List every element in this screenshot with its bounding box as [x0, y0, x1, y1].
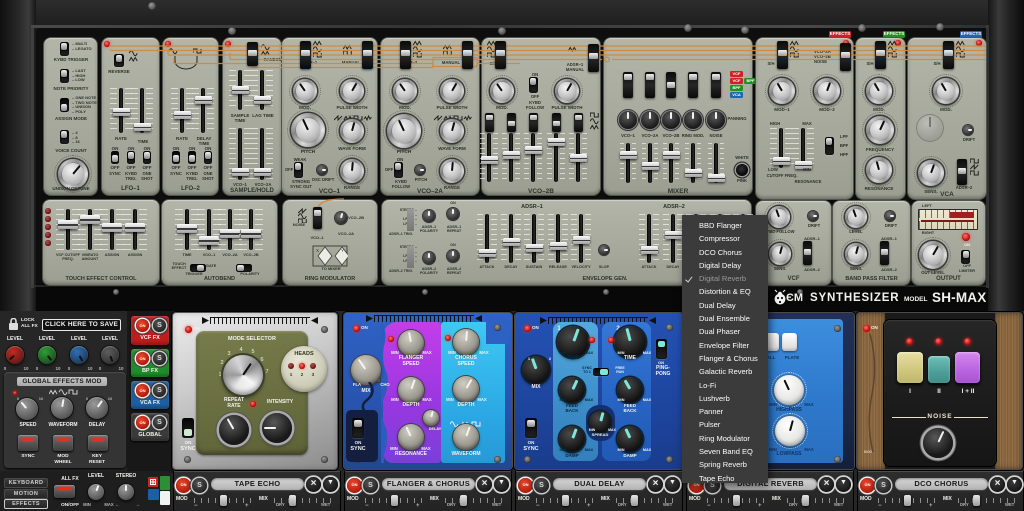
svg-text:3: 3 [227, 351, 230, 357]
svg-text:6: 6 [260, 357, 263, 363]
svg-text:5: 5 [251, 349, 254, 355]
svg-text:2: 2 [220, 360, 223, 366]
